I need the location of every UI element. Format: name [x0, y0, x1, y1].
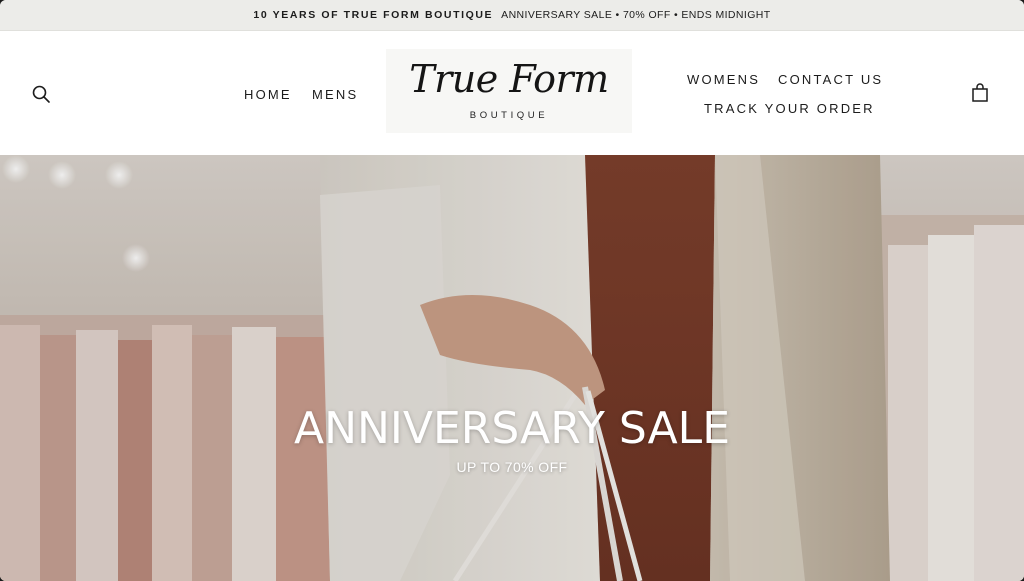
site-header: HOME MENS True Form BOUTIQUE WOMENS CONT…: [0, 31, 1024, 155]
nav-track-your-order[interactable]: TRACK YOUR ORDER: [704, 101, 875, 116]
nav-contact-us[interactable]: CONTACT US: [778, 72, 883, 87]
nav-womens[interactable]: WOMENS: [687, 72, 760, 87]
browser-viewport: 10 YEARS OF TRUE FORM BOUTIQUE ANNIVERSA…: [0, 0, 1024, 581]
logo[interactable]: True Form BOUTIQUE: [386, 49, 632, 133]
nav-mens[interactable]: MENS: [312, 87, 358, 102]
hero-title: ANNIVERSARY SALE: [293, 403, 730, 454]
logo-subtitle: BOUTIQUE: [469, 110, 549, 121]
announcement-brand: 10 YEARS OF TRUE FORM BOUTIQUE: [253, 9, 494, 21]
logo-script-text: True Form: [409, 57, 609, 101]
announcement-bar: 10 YEARS OF TRUE FORM BOUTIQUE ANNIVERSA…: [0, 0, 1024, 31]
shopping-bag-icon[interactable]: [969, 82, 991, 104]
announcement-message: ANNIVERSARY SALE • 70% OFF • ENDS MIDNIG…: [501, 9, 771, 21]
search-icon[interactable]: [30, 83, 52, 105]
hero-banner[interactable]: ANNIVERSARY SALE UP TO 70% OFF: [0, 155, 1024, 581]
hero-image: [0, 155, 1024, 581]
hero-subtitle: UP TO 70% OFF: [456, 459, 568, 475]
nav-home[interactable]: HOME: [244, 87, 292, 102]
